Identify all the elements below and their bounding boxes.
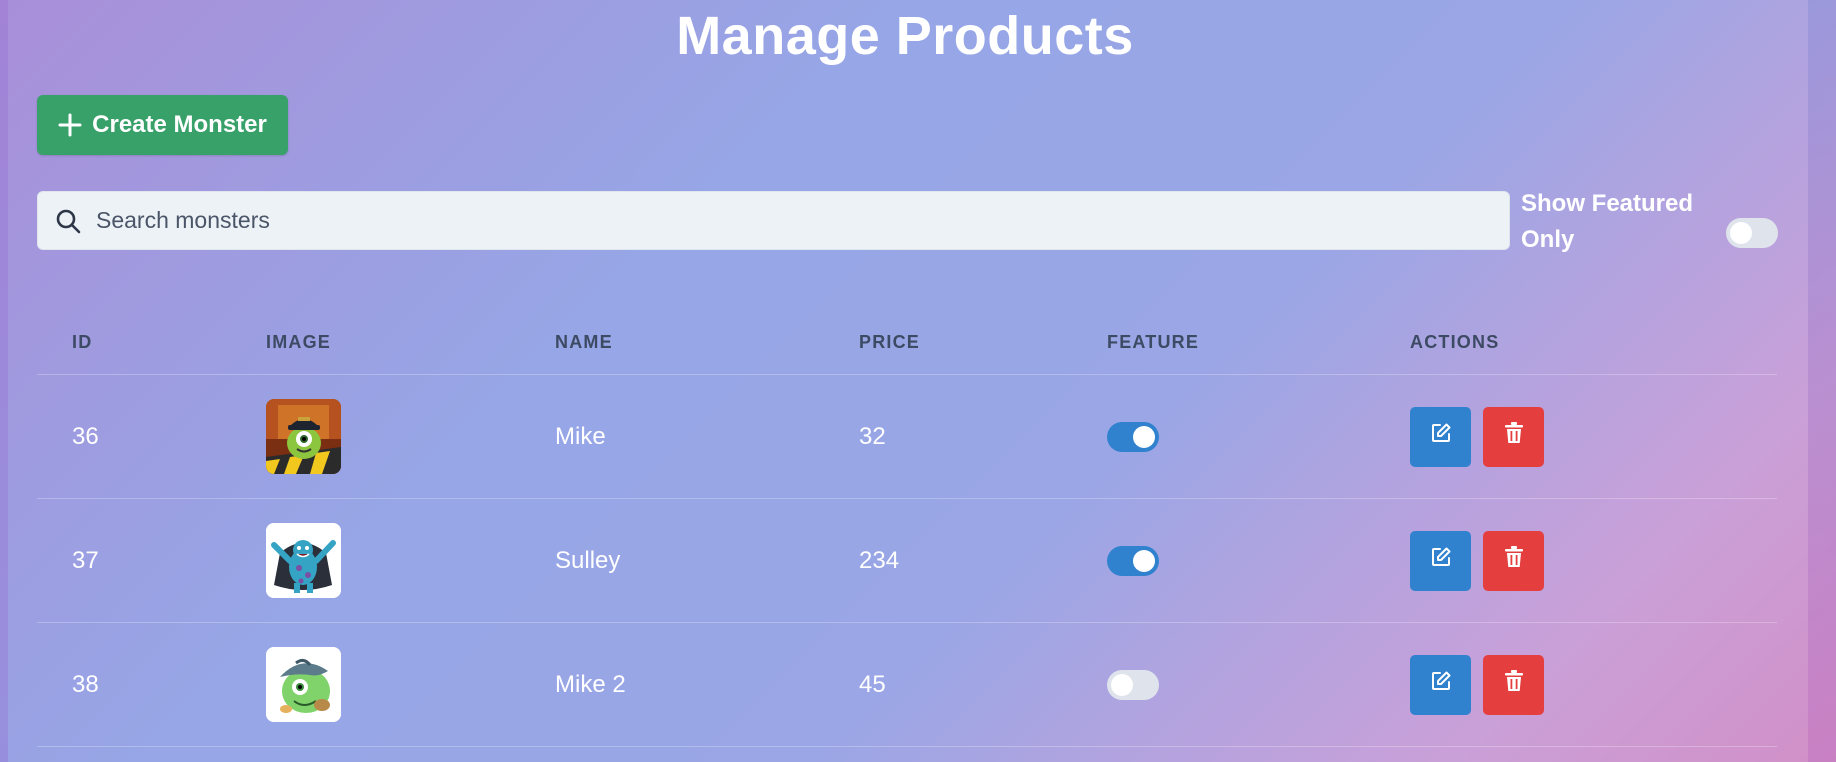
row-feature-cell [1107, 375, 1159, 498]
header-feature: FEATURE [1107, 332, 1200, 352]
toggle-knob [1730, 222, 1752, 244]
search-icon [54, 207, 82, 235]
row-price: 45 [859, 670, 886, 698]
toggle-knob [1111, 673, 1133, 696]
delete-button[interactable] [1483, 406, 1544, 467]
row-actions [1410, 375, 1544, 498]
row-feature-cell [1107, 623, 1159, 746]
row-price: 32 [859, 422, 886, 450]
row-name: Sulley [555, 546, 621, 574]
plus-icon [58, 113, 82, 137]
row-actions [1410, 499, 1544, 622]
feature-toggle[interactable] [1107, 545, 1159, 576]
sulley-monster-thumbnail [266, 523, 341, 598]
create-monster-button[interactable]: Create Monster [37, 95, 288, 155]
edit-icon [1429, 421, 1453, 452]
header-id: ID [72, 332, 93, 352]
page-title: Manage Products [676, 6, 1134, 66]
row-id: 38 [72, 670, 99, 698]
products-table: ID IMAGE NAME PRICE FEATURE ACTIONS 36 M… [37, 310, 1777, 747]
row-image-cell [266, 375, 341, 498]
header-image: IMAGE [266, 332, 332, 352]
row-feature-cell [1107, 499, 1159, 622]
row-name: Mike 2 [555, 670, 626, 698]
edit-button[interactable] [1410, 654, 1471, 715]
row-id: 37 [72, 546, 99, 574]
trash-icon [1503, 421, 1525, 452]
edit-icon [1429, 669, 1453, 700]
table-row: 36 Mike 32 [37, 375, 1777, 499]
left-edge-strip [0, 0, 8, 762]
header-actions: ACTIONS [1410, 332, 1500, 352]
show-featured-only-toggle[interactable] [1726, 218, 1778, 248]
search-bar [37, 191, 1510, 250]
trash-icon [1503, 545, 1525, 576]
edit-button[interactable] [1410, 406, 1471, 467]
edit-icon [1429, 545, 1453, 576]
table-row: 38 Mike 2 45 [37, 623, 1777, 747]
search-input[interactable] [96, 192, 1496, 249]
toggle-knob [1133, 549, 1155, 572]
show-featured-only-label: Show Featured Only [1521, 190, 1694, 253]
right-edge-strip [1808, 0, 1836, 762]
feature-toggle[interactable] [1107, 421, 1159, 452]
create-monster-label: Create Monster [92, 111, 267, 138]
row-actions [1410, 623, 1544, 746]
table-row: 37 Sulley 234 [37, 499, 1777, 623]
header-name: NAME [555, 332, 613, 352]
toggle-knob [1133, 425, 1155, 448]
row-id: 36 [72, 422, 99, 450]
row-image-cell [266, 623, 341, 746]
feature-toggle[interactable] [1107, 669, 1159, 700]
delete-button[interactable] [1483, 654, 1544, 715]
row-name: Mike [555, 422, 606, 450]
table-header: ID IMAGE NAME PRICE FEATURE ACTIONS [37, 310, 1777, 375]
edit-button[interactable] [1410, 530, 1471, 591]
mike-2-monster-thumbnail [266, 647, 341, 722]
header-price: PRICE [859, 332, 921, 352]
row-image-cell [266, 499, 341, 622]
trash-icon [1503, 669, 1525, 700]
delete-button[interactable] [1483, 530, 1544, 591]
mike-monster-thumbnail [266, 399, 341, 474]
row-price: 234 [859, 546, 900, 574]
